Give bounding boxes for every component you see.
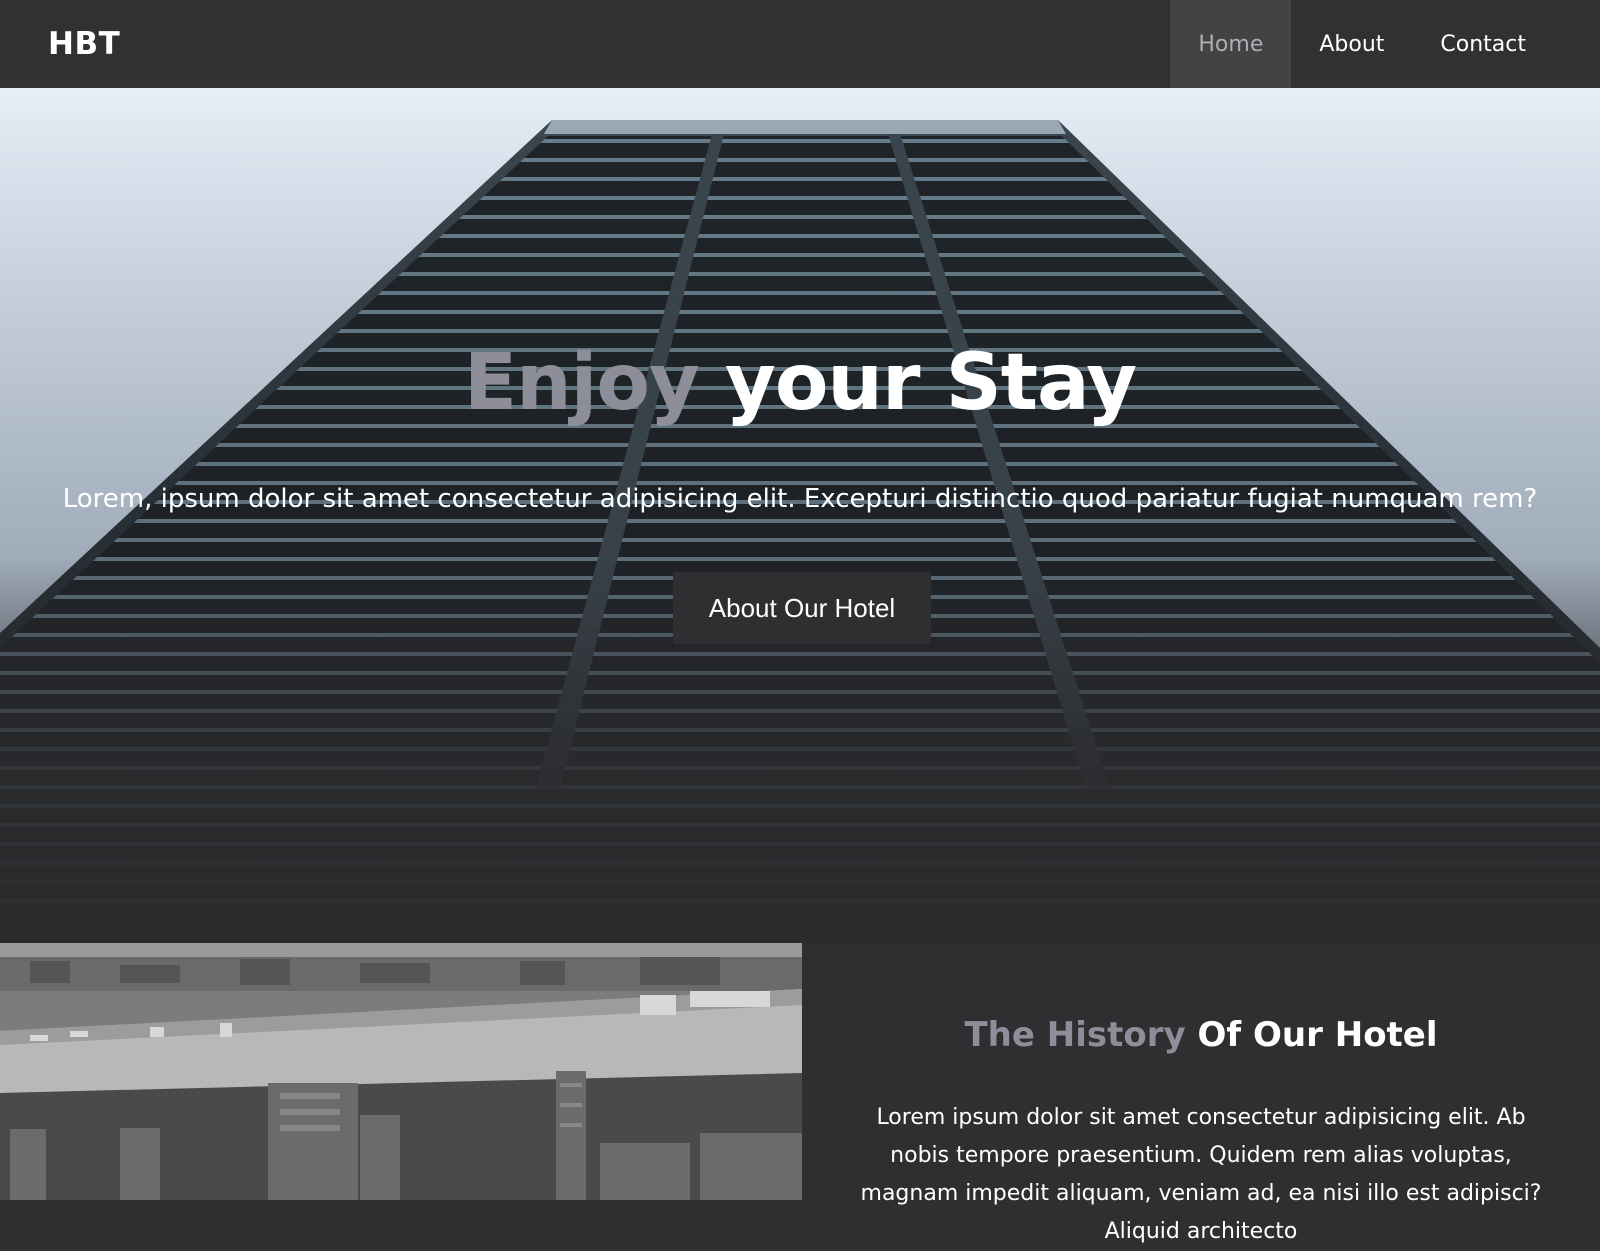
hero-title: Enjoy your Stay (0, 338, 1600, 428)
nav-links: Home About Contact (1170, 0, 1554, 88)
nav-link-home[interactable]: Home (1170, 0, 1292, 88)
history-body: Lorem ipsum dolor sit amet consectetur a… (860, 1105, 1542, 1244)
history-title: The History Of Our Hotel (802, 1015, 1600, 1055)
top-navbar: HBT Home About Contact (0, 0, 1600, 88)
nav-link-contact[interactable]: Contact (1412, 0, 1554, 88)
history-title-rest: Of Our Hotel (1185, 1015, 1438, 1055)
nav-link-about[interactable]: About (1291, 0, 1412, 88)
history-section: The History Of Our Hotel Lorem ipsum dol… (802, 943, 1600, 1244)
hero-content: Enjoy your Stay Lorem, ipsum dolor sit a… (0, 88, 1600, 943)
brand-logo[interactable]: HBT (48, 26, 120, 62)
hero-section: Enjoy your Stay Lorem, ipsum dolor sit a… (0, 88, 1600, 943)
hero-subtitle: Lorem, ipsum dolor sit amet consectetur … (62, 484, 1538, 514)
city-aerial-image (0, 943, 802, 1200)
hero-title-accent: Enjoy (463, 338, 700, 428)
about-hotel-button[interactable]: About Our Hotel (673, 572, 931, 644)
hero-title-rest: your Stay (698, 338, 1137, 428)
history-title-accent: The History (964, 1015, 1186, 1055)
